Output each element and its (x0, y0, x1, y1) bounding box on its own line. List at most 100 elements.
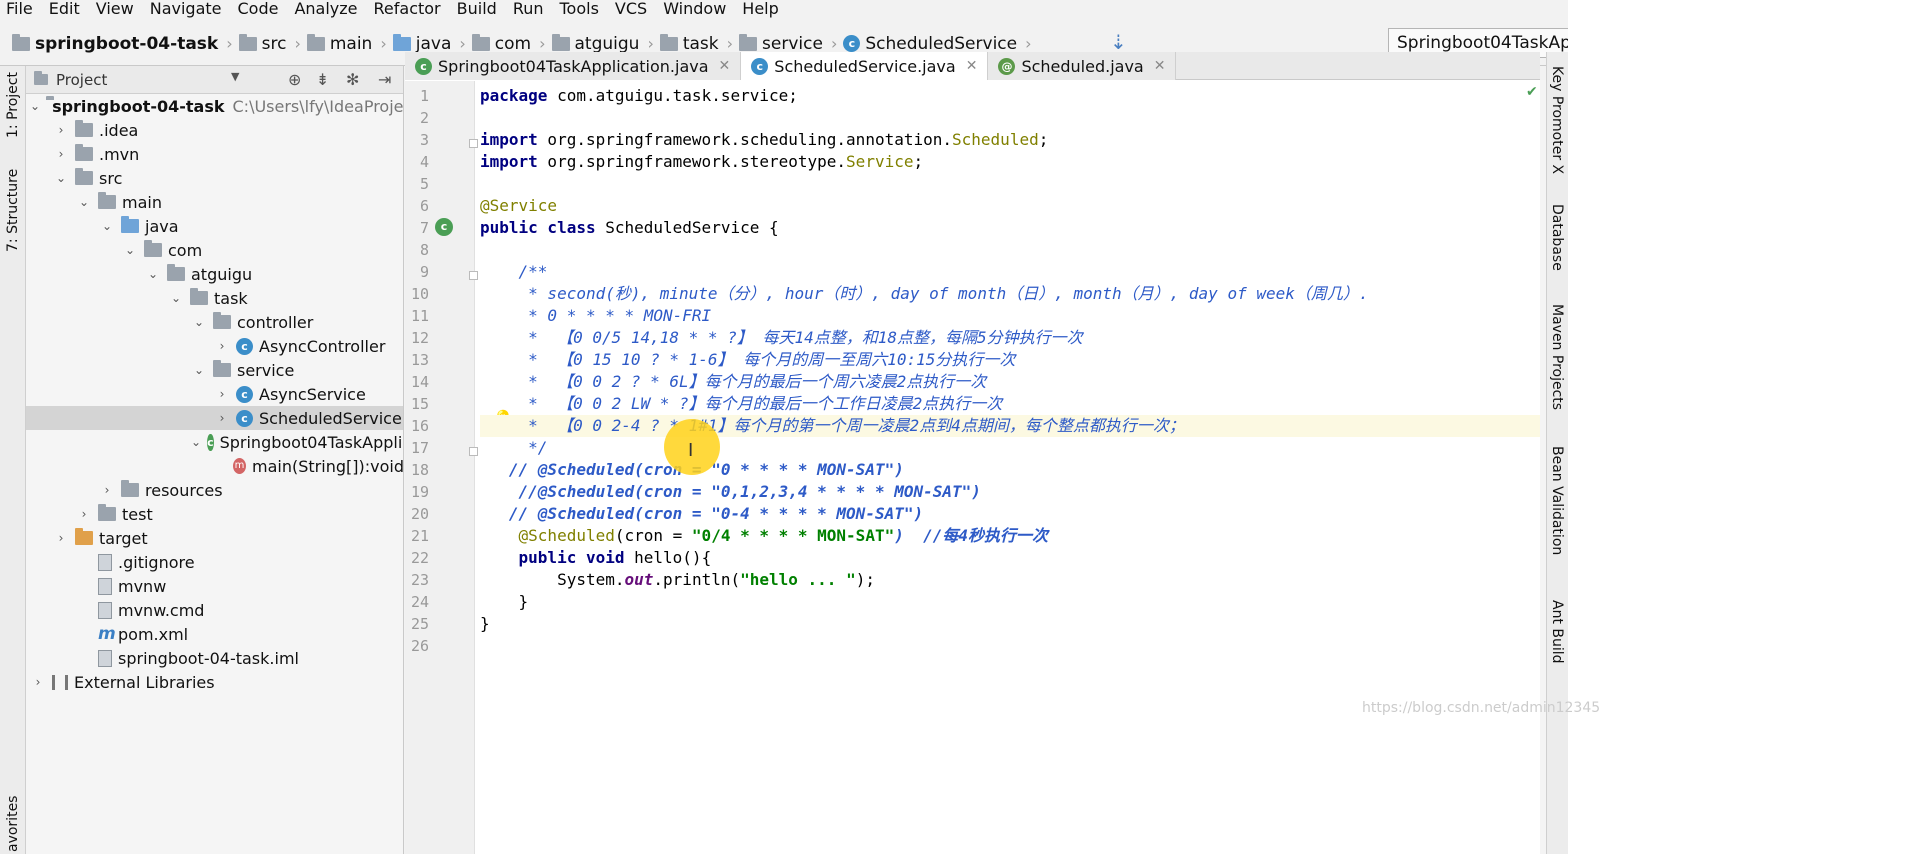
tree-main[interactable]: ⌄ main (26, 190, 403, 214)
hide-icon[interactable]: ⇥ (378, 70, 391, 89)
menu-build[interactable]: Build (457, 0, 497, 18)
collapse-all-icon[interactable]: ⇟ (316, 70, 329, 89)
chevron-right-icon[interactable]: › (214, 387, 230, 401)
tree-controller[interactable]: ⌄ controller (26, 310, 403, 334)
menu-tools[interactable]: Tools (560, 0, 599, 18)
menu-window[interactable]: Window (663, 0, 726, 18)
tree-atguigu[interactable]: ⌄ atguigu (26, 262, 403, 286)
chevron-down-icon[interactable]: ⌄ (99, 219, 115, 233)
chevron-right-icon[interactable]: › (99, 483, 115, 497)
tree-iml[interactable]: springboot-04-task.iml (26, 646, 403, 670)
spring-bean-gutter-icon[interactable]: c (435, 218, 453, 236)
menu-analyze[interactable]: Analyze (294, 0, 357, 18)
tree-test[interactable]: › test (26, 502, 403, 526)
tab-scheduledservice[interactable]: c ScheduledService.java ✕ (741, 52, 989, 80)
tree-src[interactable]: ⌄ src (26, 166, 403, 190)
tree-idea[interactable]: › .idea (26, 118, 403, 142)
breadcrumb-scheduledservice[interactable]: c ScheduledService › (843, 34, 1032, 54)
menu-navigate[interactable]: Navigate (150, 0, 222, 18)
menu-code[interactable]: Code (238, 0, 279, 18)
tab-springboot04taskapplication[interactable]: c Springboot04TaskApplication.java ✕ (405, 52, 742, 80)
chevron-right-icon[interactable]: › (214, 411, 230, 425)
chevron-right-icon[interactable]: › (214, 339, 230, 353)
tool-favorites[interactable]: avorites (5, 792, 21, 852)
library-icon (52, 674, 68, 690)
tool-project[interactable]: 1: Project (5, 68, 21, 138)
tree-mvn[interactable]: › .mvn (26, 142, 403, 166)
tree-task[interactable]: ⌄ task (26, 286, 403, 310)
tool-ant-build[interactable]: Ant Build (1549, 600, 1565, 664)
close-icon[interactable]: ✕ (1154, 58, 1166, 74)
menu-view[interactable]: View (96, 0, 134, 18)
chevron-down-icon[interactable]: ⌄ (145, 267, 161, 281)
close-icon[interactable]: ✕ (966, 58, 978, 74)
line-number: 7 (419, 219, 429, 237)
code-editor[interactable]: package com.atguigu.task.service; import… (480, 81, 1540, 854)
breadcrumb-project[interactable]: springboot-04-task › (12, 33, 233, 54)
file-icon (98, 577, 112, 595)
tree-service[interactable]: ⌄ service (26, 358, 403, 382)
tree-label: pom.xml (118, 624, 189, 644)
breadcrumb-main[interactable]: main › (306, 33, 387, 54)
folder-icon (121, 216, 139, 233)
gear-icon[interactable]: ✻ (346, 70, 359, 89)
tree-label: .mvn (99, 144, 140, 164)
menu-run[interactable]: Run (513, 0, 544, 18)
breadcrumb-src[interactable]: src › (238, 33, 301, 54)
breadcrumb-atguigu[interactable]: atguigu › (551, 33, 654, 54)
tab-scheduled[interactable]: @ Scheduled.java ✕ (988, 52, 1177, 80)
tree-asynccontroller[interactable]: › c AsyncController (26, 334, 403, 358)
tree-asyncservice[interactable]: › c AsyncService (26, 382, 403, 406)
tree-resources[interactable]: › resources (26, 478, 403, 502)
chevron-right-icon[interactable]: › (53, 531, 69, 545)
menu-help[interactable]: Help (742, 0, 778, 18)
tool-bean-validation[interactable]: Bean Validation (1549, 446, 1565, 555)
build-arrow-icon[interactable]: ⇣ (1110, 30, 1127, 54)
tree-springboot04taskapplication[interactable]: ⌄ c Springboot04TaskApplica (26, 430, 403, 454)
tool-structure[interactable]: 7: Structure (5, 162, 21, 252)
close-icon[interactable]: ✕ (719, 58, 731, 74)
chevron-right-icon[interactable]: › (53, 147, 69, 161)
tree-label: main(String[]):void (252, 456, 404, 476)
project-view-selector[interactable]: Project (56, 71, 107, 89)
chevron-down-icon[interactable]: ▼ (231, 70, 239, 83)
chevron-down-icon[interactable]: ⌄ (30, 99, 40, 113)
tree-gitignore[interactable]: .gitignore (26, 550, 403, 574)
fold-marker-icon[interactable] (469, 447, 478, 456)
chevron-right-icon[interactable]: › (53, 123, 69, 137)
tree-target[interactable]: › target (26, 526, 403, 550)
breadcrumb-java[interactable]: java › (392, 33, 466, 54)
chevron-down-icon[interactable]: ⌄ (191, 435, 201, 449)
fold-marker-icon[interactable] (469, 271, 478, 280)
chevron-right-icon[interactable]: › (30, 675, 46, 689)
chevron-down-icon[interactable]: ⌄ (191, 315, 207, 329)
tree-root[interactable]: ⌄ springboot-04-task C:\Users\lfy\IdeaProj… (26, 94, 403, 118)
chevron-right-icon[interactable]: › (76, 507, 92, 521)
menu-refactor[interactable]: Refactor (374, 0, 441, 18)
chevron-down-icon[interactable]: ⌄ (122, 243, 138, 257)
tree-scheduledservice[interactable]: › c ScheduledService (26, 406, 403, 430)
breadcrumb-service[interactable]: service › (739, 33, 837, 54)
chevron-down-icon[interactable]: ⌄ (53, 171, 69, 185)
tool-key-promoter[interactable]: Key Promoter X (1549, 66, 1565, 174)
tree-external-libraries[interactable]: › External Libraries (26, 670, 403, 694)
menu-file[interactable]: File (6, 0, 33, 18)
breadcrumb-task[interactable]: task › (659, 33, 733, 54)
chevron-down-icon[interactable]: ⌄ (76, 195, 92, 209)
tree-main-method[interactable]: m main(String[]):void (26, 454, 404, 478)
tool-database[interactable]: Database (1549, 204, 1565, 271)
fold-marker-icon[interactable] (469, 139, 478, 148)
chevron-down-icon[interactable]: ⌄ (191, 363, 207, 377)
tool-maven[interactable]: Maven Projects (1549, 304, 1565, 410)
menu-edit[interactable]: Edit (49, 0, 80, 18)
tree-com[interactable]: ⌄ com (26, 238, 403, 262)
sync-icon[interactable]: ⊕ (288, 70, 301, 89)
chevron-down-icon[interactable]: ⌄ (168, 291, 184, 305)
tree-java[interactable]: ⌄ java (26, 214, 403, 238)
tree-mvnw-cmd[interactable]: mvnw.cmd (26, 598, 403, 622)
menu-vcs[interactable]: VCS (615, 0, 647, 18)
breadcrumb-com[interactable]: com › (471, 33, 546, 54)
tree-pom-xml[interactable]: m pom.xml (26, 622, 403, 646)
folder-icon (121, 480, 139, 497)
tree-mvnw[interactable]: mvnw (26, 574, 403, 598)
